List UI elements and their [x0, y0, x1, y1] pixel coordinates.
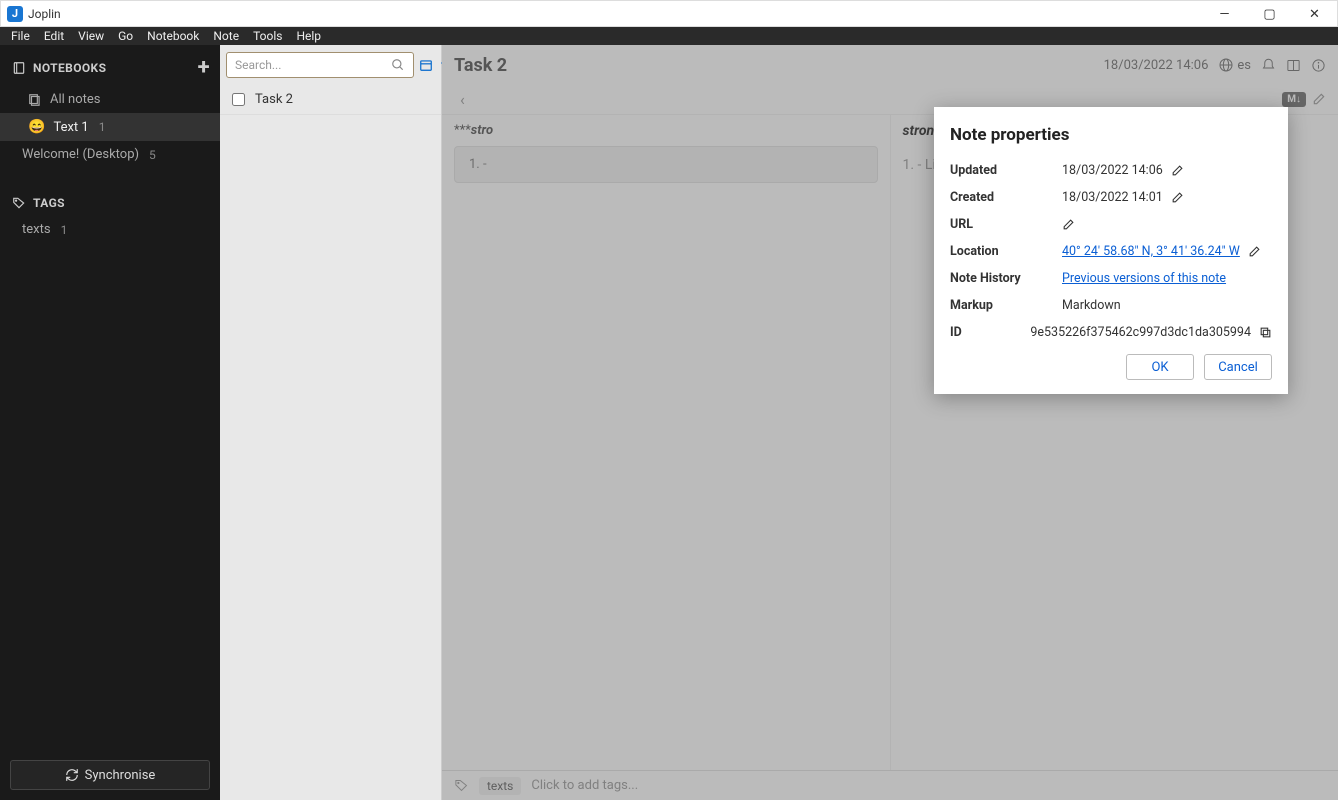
edit-url-button[interactable] — [1062, 218, 1075, 231]
sidebar-notebooks-header: NOTEBOOKS + — [0, 45, 220, 86]
menu-edit[interactable]: Edit — [37, 29, 71, 43]
sidebar-item-welcome[interactable]: Welcome! (Desktop) 5 — [0, 141, 220, 168]
sidebar: NOTEBOOKS + All notes 😄 Text 1 1 Welcome… — [0, 45, 220, 800]
menu-file[interactable]: File — [4, 29, 37, 43]
sidebar-item-label: Welcome! (Desktop) — [22, 147, 139, 162]
notebook-icon — [12, 61, 26, 75]
note-main: Task 2 18/03/2022 14:06 es ‹ M↓ ***stro — [442, 45, 1338, 800]
lbl-updated: Updated — [950, 163, 1062, 178]
sidebar-tags-header: TAGS — [0, 186, 220, 216]
add-notebook-button[interactable]: + — [198, 55, 210, 80]
app-logo-icon: J — [7, 6, 23, 22]
search-input-wrapper[interactable] — [226, 52, 414, 78]
val-markup: Markdown — [1062, 298, 1121, 313]
synchronise-button[interactable]: Synchronise — [10, 760, 210, 790]
menu-tools[interactable]: Tools — [246, 29, 289, 43]
sidebar-tag-count: 1 — [61, 223, 68, 237]
sidebar-item-count: 5 — [149, 148, 156, 162]
sidebar-item-label: Text 1 — [53, 120, 88, 135]
edit-location-button[interactable] — [1248, 245, 1261, 258]
notes-stack-icon — [28, 93, 42, 107]
sidebar-tag-texts[interactable]: texts 1 — [0, 216, 220, 243]
lbl-id: ID — [950, 325, 1030, 340]
emoji-icon: 😄 — [28, 119, 45, 135]
val-created: 18/03/2022 14:01 — [1062, 190, 1163, 205]
copy-icon — [1259, 326, 1272, 339]
sidebar-item-text1[interactable]: 😄 Text 1 1 — [0, 113, 220, 141]
window-minimize-button[interactable]: — — [1202, 1, 1247, 27]
all-notes-label: All notes — [50, 92, 100, 107]
dialog-title: Note properties — [950, 125, 1272, 145]
calendar-icon — [419, 58, 433, 72]
lbl-url: URL — [950, 217, 1062, 232]
val-location-link[interactable]: 40° 24' 58.68" N, 3° 41' 36.24" W — [1062, 244, 1240, 259]
window-title: Joplin — [28, 7, 61, 21]
edit-created-button[interactable] — [1171, 191, 1184, 204]
lbl-markup: Markup — [950, 298, 1062, 313]
search-input[interactable] — [235, 58, 391, 72]
notebooks-label: NOTEBOOKS — [33, 61, 106, 75]
notelist-toolbar: ↑ — [220, 45, 441, 85]
menu-notebook[interactable]: Notebook — [140, 29, 206, 43]
menu-bar: File Edit View Go Notebook Note Tools He… — [0, 27, 1338, 45]
note-properties-dialog: Note properties Updated 18/03/2022 14:06… — [934, 107, 1288, 394]
sync-label: Synchronise — [85, 768, 156, 783]
tags-label: TAGS — [33, 196, 65, 210]
todo-checkbox[interactable] — [232, 93, 245, 106]
copy-id-button[interactable] — [1259, 326, 1272, 339]
window-close-button[interactable]: ✕ — [1292, 1, 1337, 27]
dialog-ok-button[interactable]: OK — [1126, 354, 1194, 380]
sidebar-item-count: 1 — [99, 120, 106, 134]
dialog-cancel-button[interactable]: Cancel — [1204, 354, 1272, 380]
lbl-location: Location — [950, 244, 1062, 259]
search-icon — [391, 58, 405, 72]
lbl-created: Created — [950, 190, 1062, 205]
window-titlebar: J Joplin — ▢ ✕ — [0, 0, 1338, 27]
notelist-item[interactable]: Task 2 — [220, 85, 441, 115]
val-updated: 18/03/2022 14:06 — [1062, 163, 1163, 178]
sync-icon — [65, 768, 79, 782]
menu-note[interactable]: Note — [206, 29, 246, 43]
menu-help[interactable]: Help — [289, 29, 328, 43]
note-list-panel: ↑ Task 2 — [220, 45, 442, 800]
lbl-history: Note History — [950, 271, 1062, 286]
tag-icon — [12, 196, 26, 210]
notelist-item-label: Task 2 — [255, 92, 293, 107]
sidebar-tag-label: texts — [22, 222, 51, 237]
menu-view[interactable]: View — [71, 29, 111, 43]
menu-go[interactable]: Go — [111, 29, 140, 43]
sort-order-button[interactable] — [418, 52, 434, 78]
sidebar-all-notes[interactable]: All notes — [0, 86, 220, 113]
window-maximize-button[interactable]: ▢ — [1247, 1, 1292, 27]
val-id: 9e535226f375462c997d3dc1da305994 — [1030, 325, 1251, 340]
edit-updated-button[interactable] — [1171, 164, 1184, 177]
val-history-link[interactable]: Previous versions of this note — [1062, 271, 1226, 286]
